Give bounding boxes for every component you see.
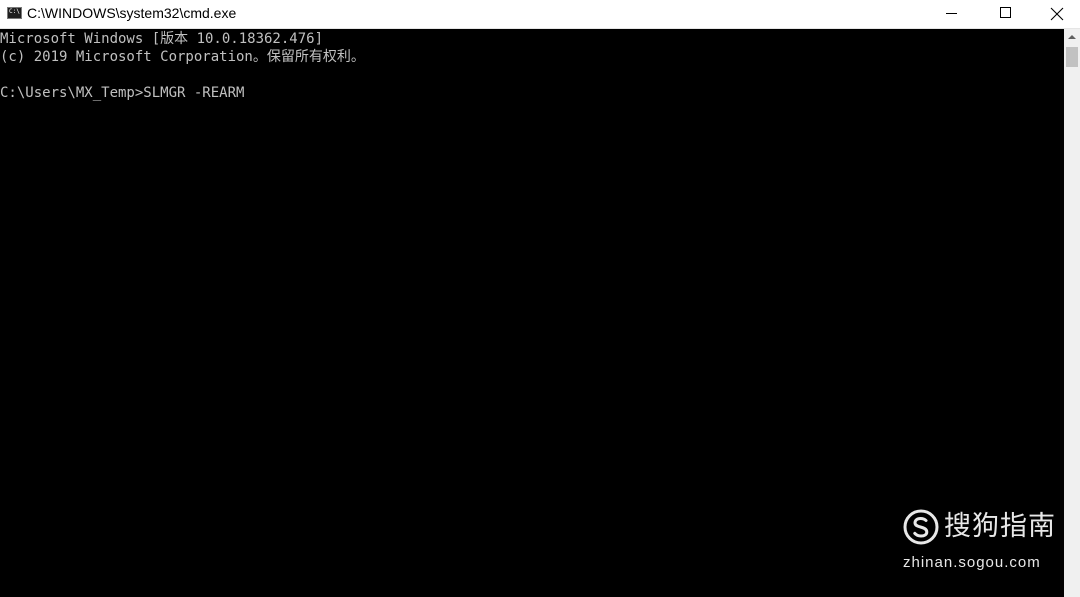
- chevron-up-icon: [1068, 35, 1076, 39]
- watermark: 搜狗指南 zhinan.sogou.com: [900, 508, 1065, 578]
- console-line: Microsoft Windows [版本 10.0.18362.476]: [0, 31, 324, 47]
- watermark-url: zhinan.sogou.com: [903, 554, 1041, 571]
- title-bar[interactable]: C:\ C:\WINDOWS\system32\cmd.exe: [0, 0, 1080, 29]
- window-title: C:\WINDOWS\system32\cmd.exe: [27, 5, 237, 21]
- maximize-button[interactable]: [982, 0, 1028, 28]
- command-prompt-line: C:\Users\MX_Temp>SLMGR -REARM: [0, 85, 245, 101]
- scroll-up-button[interactable]: [1064, 29, 1080, 46]
- console-line: (c) 2019 Microsoft Corporation。保留所有权利。: [0, 49, 365, 65]
- sogou-logo-icon: [903, 509, 939, 545]
- close-button[interactable]: [1034, 0, 1080, 28]
- minimize-icon: [946, 13, 957, 14]
- cmd-icon[interactable]: C:\: [7, 7, 22, 19]
- scroll-thumb[interactable]: [1066, 47, 1078, 67]
- vertical-scrollbar[interactable]: [1064, 29, 1080, 597]
- maximize-icon: [1000, 7, 1011, 18]
- watermark-brand: 搜狗指南: [944, 511, 1056, 542]
- minimize-button[interactable]: [928, 0, 974, 28]
- cmd-window: C:\ C:\WINDOWS\system32\cmd.exe Microsof…: [0, 0, 1080, 597]
- close-icon: [1050, 7, 1064, 21]
